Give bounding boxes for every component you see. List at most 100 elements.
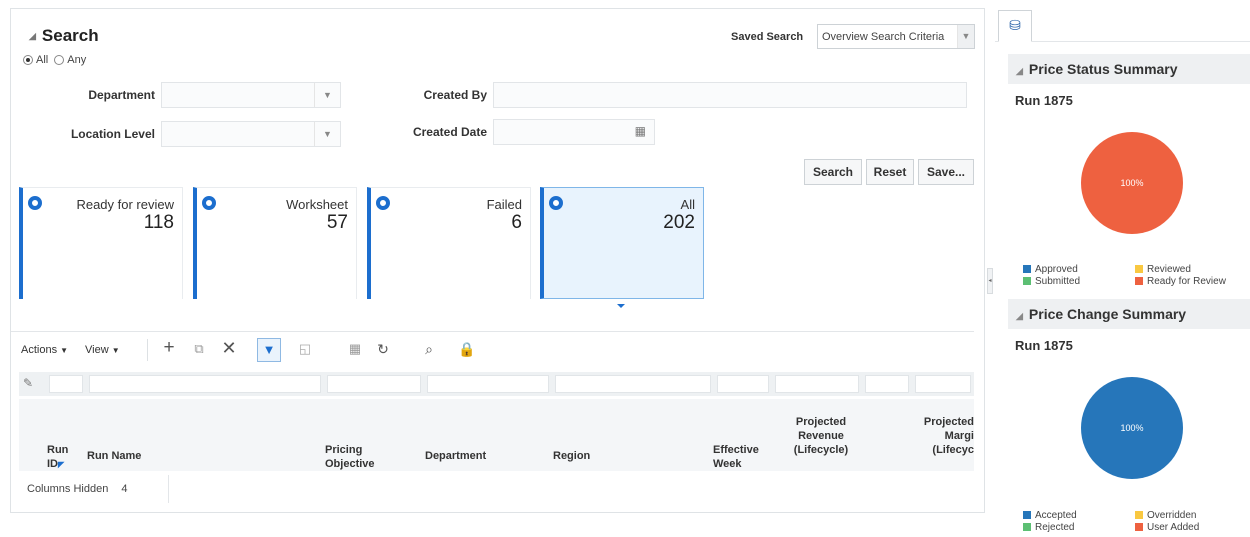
tile-label: Worksheet [286, 197, 348, 212]
filter-region[interactable] [555, 375, 711, 393]
status-ring-icon [549, 196, 563, 210]
price-status-title: Price Status Summary [1028, 61, 1178, 77]
filter-projected-revenue[interactable] [775, 375, 859, 393]
price-change-title: Price Change Summary [1028, 306, 1187, 322]
pie-slice-label: 100% [1120, 423, 1144, 433]
match-radio-group: All Any [23, 54, 86, 66]
price-status-summary-header[interactable]: ◢ Price Status Summary [1008, 54, 1250, 84]
column-header-department[interactable]: Department [425, 449, 486, 463]
reset-button[interactable]: Reset [866, 159, 914, 185]
price-status-pie: 100% [1081, 132, 1183, 234]
legend-item-submitted: Submitted [1023, 276, 1135, 287]
legend-item-ready-for-review: Ready for Review [1135, 276, 1245, 287]
save-button[interactable]: Save... [918, 159, 974, 185]
created-date-label: Created Date [412, 125, 487, 139]
summary-panel: ⛁ ◢ Price Status Summary Run 1875 100% Ap… [995, 0, 1250, 537]
sort-icon[interactable]: ◤ [58, 460, 64, 469]
filter-pricing-objective[interactable] [327, 375, 421, 393]
legend-item-approved: Approved [1023, 264, 1135, 275]
price-change-summary-header[interactable]: ◢ Price Change Summary [1008, 299, 1250, 329]
query-by-example-row: ✎ [19, 372, 974, 396]
saved-search-value: Overview Search Criteria [822, 31, 945, 43]
legend-item-rejected: Rejected [1023, 522, 1135, 533]
search-header[interactable]: ◢ Search [29, 26, 99, 46]
column-header-projected-revenue[interactable]: Projected Revenue (Lifecycle) [787, 415, 855, 457]
selected-tile-indicator [617, 304, 625, 308]
refresh-icon[interactable]: ↻ [373, 341, 393, 358]
filter-projected-margin[interactable] [915, 375, 971, 393]
price-change-run: Run 1875 [1015, 338, 1073, 353]
chevron-down-icon[interactable]: ▼ [314, 122, 340, 146]
location-level-select[interactable]: ▼ [161, 121, 341, 147]
table-header-row: Run ID◤ Run Name Pricing Objective Depar… [19, 399, 974, 471]
saved-search-select[interactable]: Overview Search Criteria ▼ [817, 24, 975, 49]
filter-run-name[interactable] [89, 375, 321, 393]
columns-hidden-label: Columns Hidden [27, 483, 109, 495]
department-label: Department [88, 88, 155, 102]
duplicate-icon[interactable]: ⧉ [189, 341, 209, 357]
view-menu[interactable]: View ▼ [85, 344, 120, 356]
column-header-region[interactable]: Region [553, 449, 590, 463]
created-date-input[interactable]: ▦ [493, 119, 655, 145]
tile-label: Ready for review [76, 197, 174, 212]
legend-item-overridden: Overridden [1135, 510, 1245, 521]
match-any-label: Any [67, 54, 87, 66]
column-header-run-id[interactable]: Run ID◤ [47, 443, 77, 472]
search-title: Search [41, 26, 99, 45]
edit-pencil-icon[interactable]: ✎ [23, 376, 33, 390]
calendar-icon[interactable]: ▦ [635, 124, 646, 138]
toolbar-divider [147, 339, 148, 361]
detach-icon[interactable]: ◱ [295, 341, 315, 357]
tile-ready-for-review[interactable]: Ready for review 118 [19, 187, 183, 299]
columns-hidden-status: Columns Hidden 4 [19, 475, 169, 503]
filter-effective-week[interactable] [717, 375, 769, 393]
column-header-projected-margin[interactable]: Projected Margi (Lifecyc [912, 415, 974, 457]
status-ring-icon [202, 196, 216, 210]
lock-icon[interactable]: 🔒 [457, 341, 477, 358]
column-header-effective-week[interactable]: Effective Week [713, 443, 769, 471]
chevron-down-icon[interactable]: ▼ [314, 83, 340, 107]
panel-splitter-handle[interactable]: ◂ [987, 268, 993, 294]
delete-icon[interactable]: ✕ [219, 338, 239, 359]
legend-item-reviewed: Reviewed [1135, 264, 1245, 275]
filter-icon[interactable]: ▼ [257, 338, 281, 362]
status-ring-icon [376, 196, 390, 210]
match-any-radio[interactable] [54, 55, 65, 65]
pie-slice-label: 100% [1120, 178, 1144, 188]
match-all-radio[interactable] [23, 55, 33, 65]
search-region: ◢ Search All Any Department ▼ Location Le… [10, 8, 985, 513]
tile-label: Failed [486, 197, 522, 212]
status-ring-icon [28, 196, 42, 210]
chevron-down-icon[interactable]: ▼ [957, 25, 974, 48]
tile-all[interactable]: All 202 [540, 187, 704, 299]
collapse-triangle-icon[interactable]: ◢ [1016, 66, 1023, 76]
search-button[interactable]: Search [804, 159, 862, 185]
column-header-pricing-objective[interactable]: Pricing Objective [325, 443, 385, 471]
tile-count: 57 [326, 212, 348, 233]
tile-failed[interactable]: Failed 6 [367, 187, 531, 299]
actions-label: Actions [21, 344, 58, 356]
add-icon[interactable]: + [159, 337, 179, 359]
actions-menu[interactable]: Actions ▼ [21, 344, 68, 356]
created-by-input[interactable] [493, 82, 967, 108]
legend-item-user-added: User Added [1135, 522, 1245, 533]
calendar-icon[interactable]: ▦ [345, 341, 365, 357]
tile-label: All [680, 197, 695, 212]
collapse-triangle-icon[interactable]: ◢ [29, 31, 36, 41]
panel-tab-strip: ⛁ [995, 6, 1250, 42]
match-all-label: All [36, 54, 49, 66]
column-header-run-name[interactable]: Run Name [87, 449, 141, 463]
price-status-legend: Approved Reviewed Submitted Ready for Re… [1023, 264, 1245, 287]
collapse-triangle-icon[interactable]: ◢ [1016, 311, 1023, 321]
price-status-run: Run 1875 [1015, 93, 1073, 108]
tile-count: 118 [143, 212, 174, 233]
legend-item-accepted: Accepted [1023, 510, 1135, 521]
price-change-pie: 100% [1081, 377, 1183, 479]
filter-department[interactable] [427, 375, 549, 393]
filter-run-id[interactable] [49, 375, 83, 393]
tile-worksheet[interactable]: Worksheet 57 [193, 187, 357, 299]
summary-tab-icon[interactable]: ⛁ [998, 10, 1032, 42]
department-select[interactable]: ▼ [161, 82, 341, 108]
search-icon[interactable]: ⌕ [419, 341, 439, 358]
filter-column[interactable] [865, 375, 909, 393]
